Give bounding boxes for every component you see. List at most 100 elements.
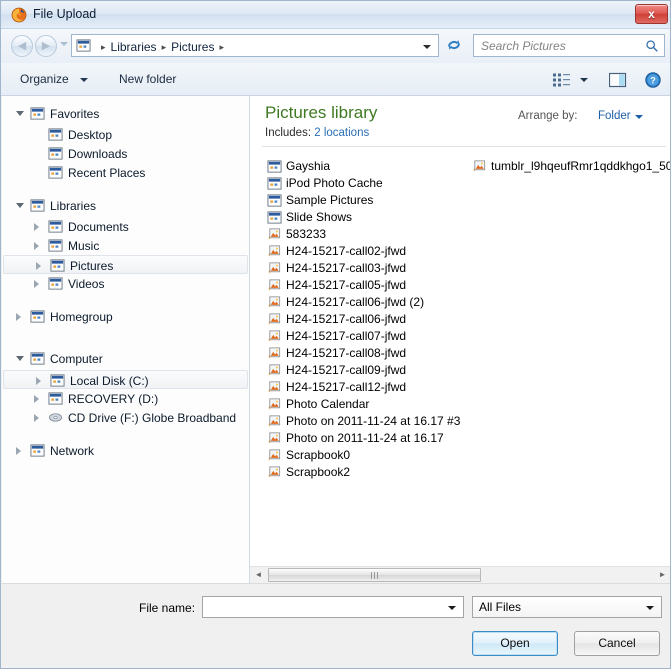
- chevron-down-icon[interactable]: [16, 203, 24, 208]
- library-includes: Includes: 2 locations: [265, 127, 369, 139]
- new-folder-button[interactable]: New folder: [119, 72, 176, 86]
- preview-pane-icon[interactable]: [609, 72, 627, 88]
- folder-icon: [30, 352, 45, 365]
- help-icon[interactable]: ?: [645, 72, 661, 88]
- chevron-right-icon[interactable]: [36, 377, 41, 385]
- breadcrumb-separator-1: ▸: [161, 41, 167, 52]
- file-type-filter[interactable]: All Files: [472, 596, 662, 618]
- file-name: 583233: [286, 227, 327, 241]
- horizontal-scrollbar[interactable]: ◄ ►: [250, 566, 670, 583]
- address-dropdown-icon[interactable]: [423, 45, 431, 49]
- file-name-dropdown-icon[interactable]: [448, 606, 456, 610]
- forward-arrow-icon: ▶: [41, 40, 51, 52]
- close-button[interactable]: x: [635, 4, 668, 24]
- sidebar-item-music[interactable]: Music: [2, 236, 249, 255]
- sidebar-item-label: Homegroup: [50, 310, 113, 324]
- sidebar-item-computer[interactable]: Computer: [2, 349, 249, 368]
- sidebar-item-videos[interactable]: Videos: [2, 274, 249, 293]
- sidebar-item-favorites[interactable]: Favorites: [2, 104, 249, 123]
- scroll-right-icon[interactable]: ►: [654, 567, 670, 583]
- sidebar-item-pictures[interactable]: Pictures: [3, 255, 248, 274]
- breadcrumb-separator-0: ▸: [101, 41, 106, 52]
- chevron-right-icon[interactable]: [34, 223, 39, 231]
- organize-button[interactable]: Organize: [20, 72, 69, 86]
- chevron-down-icon[interactable]: [80, 78, 88, 82]
- open-button[interactable]: Open: [472, 631, 558, 656]
- sidebar-item-downloads[interactable]: Downloads: [2, 144, 249, 163]
- header-divider: [262, 146, 666, 147]
- chevron-right-icon[interactable]: [16, 447, 21, 455]
- arrange-by-value[interactable]: Folder: [598, 110, 631, 122]
- chevron-right-icon[interactable]: [36, 262, 41, 270]
- view-mode-dropdown-icon[interactable]: [580, 78, 588, 82]
- sidebar-item-local-disk-c[interactable]: Local Disk (C:): [3, 370, 248, 389]
- file-name: H24-15217-call03-jfwd: [286, 261, 407, 275]
- sidebar-item-label: Documents: [68, 220, 129, 234]
- chevron-right-icon[interactable]: [34, 414, 39, 422]
- folder-icon: [48, 220, 63, 233]
- file-name-label: File name:: [139, 601, 196, 615]
- chevron-right-icon[interactable]: [34, 395, 39, 403]
- file-name-input[interactable]: [207, 599, 445, 613]
- chevron-right-icon[interactable]: [16, 313, 21, 321]
- sidebar-item-recent-places[interactable]: Recent Places: [2, 163, 249, 182]
- image-file-icon: [268, 364, 281, 376]
- image-file-icon: [268, 228, 281, 240]
- scroll-left-icon[interactable]: ◄: [250, 567, 267, 583]
- file-name: Photo on 2011-11-24 at 16.17: [286, 431, 444, 445]
- folder-icon: [30, 107, 45, 120]
- back-arrow-icon: ◀: [17, 40, 27, 52]
- command-bar: Organize New folder ?: [1, 63, 670, 96]
- navigation-pane: Favorites Desktop Downloads Recent Places Li…: [2, 96, 249, 583]
- image-file-icon: [268, 449, 281, 461]
- chevron-down-icon[interactable]: [16, 111, 24, 116]
- page-title: Pictures library: [265, 103, 378, 122]
- chevron-down-icon[interactable]: [16, 356, 24, 361]
- folder-icon: [48, 128, 63, 141]
- firefox-icon: [11, 7, 27, 23]
- sidebar-item-cd-drive-f-globe-broadband[interactable]: CD Drive (F:) Globe Broadband: [2, 408, 249, 427]
- file-name: H24-15217-call06-jfwd (2): [286, 295, 425, 309]
- breadcrumb[interactable]: ▸ Libraries ▸ Pictures ▸: [96, 38, 229, 55]
- file-name: H24-15217-call09-jfwd: [286, 363, 407, 377]
- sidebar-item-recovery-d[interactable]: RECOVERY (D:): [2, 389, 249, 408]
- folder-icon: [267, 211, 282, 224]
- image-file-icon: [268, 313, 281, 325]
- scrollbar-grip-icon: [370, 572, 379, 579]
- breadcrumb-item-libraries[interactable]: Libraries: [111, 40, 157, 54]
- history-dropdown-icon[interactable]: [60, 42, 68, 46]
- sidebar-item-documents[interactable]: Documents: [2, 217, 249, 236]
- sidebar-item-label: Desktop: [68, 128, 113, 142]
- cancel-button[interactable]: Cancel: [574, 631, 660, 656]
- sidebar-item-libraries[interactable]: Libraries: [2, 196, 249, 215]
- sidebar-item-homegroup[interactable]: Homegroup: [2, 307, 249, 326]
- arrange-by-dropdown-icon[interactable]: [635, 115, 643, 119]
- folder-icon: [50, 374, 65, 387]
- close-icon: x: [648, 7, 655, 21]
- sidebar-item-network[interactable]: Network: [2, 441, 249, 460]
- image-file-icon: [268, 415, 281, 427]
- forward-button[interactable]: ▶: [35, 35, 57, 57]
- chevron-right-icon[interactable]: [34, 242, 39, 250]
- search-input[interactable]: Search Pictures: [481, 39, 566, 53]
- chevron-right-icon[interactable]: [34, 280, 39, 288]
- refresh-button[interactable]: [443, 34, 465, 57]
- file-name: H24-15217-call06-jfwd: [286, 312, 407, 326]
- folder-icon: [48, 392, 63, 405]
- view-mode-icon[interactable]: [553, 73, 571, 87]
- sidebar-item-desktop[interactable]: Desktop: [2, 125, 249, 144]
- locations-link[interactable]: 2 locations: [314, 127, 369, 139]
- file-name-combo[interactable]: [202, 596, 464, 618]
- folder-icon: [267, 177, 282, 190]
- back-button[interactable]: ◀: [11, 35, 33, 57]
- sidebar-item-label: CD Drive (F:) Globe Broadband: [68, 411, 237, 425]
- file-name: H24-15217-call02-jfwd: [286, 244, 407, 258]
- search-box[interactable]: Search Pictures: [473, 34, 665, 57]
- file-type-dropdown-icon[interactable]: [646, 606, 654, 610]
- address-bar[interactable]: ▸ Libraries ▸ Pictures ▸: [71, 34, 439, 57]
- scrollbar-thumb[interactable]: [268, 568, 481, 582]
- breadcrumb-item-pictures[interactable]: Pictures: [171, 40, 214, 54]
- image-file-icon: [268, 381, 281, 393]
- folder-icon: [30, 310, 45, 323]
- svg-text:?: ?: [650, 76, 656, 86]
